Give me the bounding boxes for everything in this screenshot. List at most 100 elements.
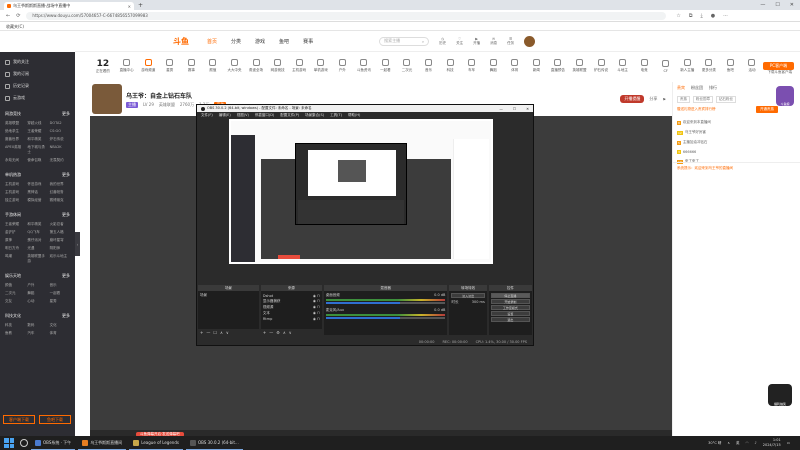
sidebar-top-item[interactable]: 我的订阅	[3, 68, 72, 80]
visibility-eye-icon[interactable]: ◉	[313, 305, 316, 309]
sidebar-category-link[interactable]: 文化	[50, 323, 70, 328]
search-icon[interactable]: ⌕	[422, 39, 424, 44]
tab-fans[interactable]: 粉丝团	[691, 85, 703, 91]
sidebar-category-link[interactable]: 鸣潮	[5, 254, 25, 264]
category-item[interactable]: 英雄联盟	[569, 59, 591, 73]
obs-menu-item[interactable]: 编辑(E)	[219, 113, 231, 118]
sidebar-category-link[interactable]: 炉石传说	[50, 137, 70, 142]
sidebar-category-link[interactable]: DOTA2	[50, 121, 70, 126]
profile-icon[interactable]: ●	[711, 13, 715, 19]
category-item[interactable]: 直播中心	[116, 59, 138, 73]
sidebar-category-link[interactable]: 户外	[27, 283, 47, 288]
category-item[interactable]: 二次元	[396, 59, 418, 73]
sidebar-category-link[interactable]: 原神	[5, 238, 25, 243]
sidebar-category-link[interactable]: 主机游戏	[5, 190, 25, 195]
studio-mode-button[interactable]: 工作室模式	[490, 305, 530, 310]
visibility-eye-icon[interactable]: ◉	[313, 299, 316, 303]
back-icon[interactable]: ←	[6, 13, 10, 19]
nav-category[interactable]: 分类	[231, 38, 241, 45]
stop-streaming-button[interactable]: 停止直播	[490, 293, 530, 298]
sidebar-category-link[interactable]: 王者荣耀	[27, 129, 47, 134]
taskbar-search-icon[interactable]	[20, 439, 28, 447]
sidebar-collapse-icon[interactable]: ‹	[75, 232, 80, 256]
sidebar-category-link[interactable]: 明日方舟	[5, 246, 25, 251]
sidebar-category-link[interactable]: 地下城与勇士	[27, 145, 47, 155]
downloads-icon[interactable]: ⤓	[700, 13, 702, 19]
tab-vip[interactable]: 贵宾	[677, 85, 685, 91]
user-avatar[interactable]	[524, 35, 536, 47]
sidebar-top-item[interactable]: 云游戏	[3, 92, 72, 104]
sidebar-category-link[interactable]: 火影忍者	[50, 222, 70, 227]
start-icon[interactable]	[4, 438, 14, 448]
meta-category[interactable]: 英雄联盟	[159, 102, 175, 108]
taskbar-app[interactable]: League of Legends	[129, 436, 183, 450]
nav-events[interactable]: 赛事	[303, 38, 313, 45]
category-item[interactable]: CF	[655, 59, 677, 73]
sidebar-category-link[interactable]: CS:GO	[50, 129, 70, 134]
message-button[interactable]: ✉ 消息	[490, 37, 497, 46]
category-item[interactable]: 斗地主	[612, 59, 634, 73]
minimize-icon[interactable]: —	[760, 2, 765, 8]
menu-icon[interactable]: ⋯	[723, 13, 728, 19]
sidebar-category-link[interactable]: 英雄联盟	[5, 121, 25, 126]
sidebar-category-link[interactable]: 交友	[5, 299, 25, 304]
category-item[interactable]: 单机游戏	[310, 59, 332, 73]
category-item[interactable]: 斗鱼资讯	[353, 59, 375, 73]
obs-minimize-icon[interactable]: —	[499, 107, 503, 111]
sidebar-category-link[interactable]: 舞蹈	[27, 291, 47, 296]
category-item[interactable]: 赛事	[181, 59, 203, 73]
sidebar-category-link[interactable]: 怀旧游戏	[27, 182, 47, 187]
sidebar-category-link[interactable]: 光遇	[27, 246, 47, 251]
sidebar-more-link[interactable]: 更多	[62, 273, 70, 279]
notification-icon[interactable]: ▭	[787, 441, 790, 445]
add-scene-icon[interactable]: +	[200, 330, 203, 335]
sidebar-category-link[interactable]: 欢乐斗地主	[50, 254, 70, 264]
category-item[interactable]: 星秀	[159, 59, 181, 73]
streamer-avatar[interactable]	[92, 84, 122, 114]
mascot-widget[interactable]: 斗鱼娘	[776, 86, 794, 106]
source-up-icon[interactable]: ∧	[283, 330, 286, 335]
search-input[interactable]: 搜索主播 ⌕	[379, 36, 430, 46]
refresh-icon[interactable]: ⟳	[16, 13, 20, 19]
open-noble-button[interactable]: 开通贵族	[756, 106, 778, 113]
source-down-icon[interactable]: ∨	[289, 330, 292, 335]
douyu-logo[interactable]: 斗鱼	[173, 36, 189, 47]
report-icon[interactable]: ⚑	[662, 97, 666, 102]
sidebar-category-link[interactable]: 心动	[27, 299, 47, 304]
sidebar-more-link[interactable]: 更多	[62, 111, 70, 117]
new-tab-icon[interactable]: +	[138, 2, 143, 10]
visibility-eye-icon[interactable]: ◉	[313, 317, 316, 321]
clock[interactable]: 1:01 2024/7/15	[763, 438, 781, 448]
sidebar-category-link[interactable]: 主机游戏	[5, 182, 25, 187]
category-item[interactable]: 大大中央	[224, 59, 246, 73]
category-item[interactable]: 新人主播	[677, 59, 699, 73]
scene-item[interactable]: 场景	[200, 293, 257, 298]
category-item[interactable]: 舞蹈	[482, 59, 504, 73]
sidebar-more-link[interactable]: 更多	[62, 212, 70, 218]
follow-button[interactable]: ♡ 关注	[456, 37, 463, 46]
speaker-icon[interactable]: ♪	[755, 441, 757, 445]
lock-icon[interactable]: ⊓	[317, 311, 320, 315]
lock-icon[interactable]: ⊓	[317, 317, 320, 321]
remind-button[interactable]: 开播提醒	[620, 95, 645, 103]
start-recording-button[interactable]: 开始录制	[490, 299, 530, 304]
taskbar-app[interactable]: 乌王爷斯斯直播间	[78, 436, 127, 450]
sidebar-category-link[interactable]: NBA2K	[50, 145, 70, 155]
obs-menu-item[interactable]: 帮助(H)	[348, 113, 360, 118]
sidebar-category-link[interactable]: 音乐	[50, 283, 70, 288]
sidebar-category-link[interactable]: 星秀	[50, 299, 70, 304]
add-source-icon[interactable]: +	[263, 330, 266, 335]
category-item[interactable]: 体育	[504, 59, 526, 73]
visibility-eye-icon[interactable]: ◉	[313, 294, 316, 298]
sidebar-category-link[interactable]: 英雄联盟手游	[27, 254, 47, 264]
weather-widget[interactable]: 30°C 晴	[708, 441, 721, 446]
sidebar-more-link[interactable]: 更多	[62, 172, 70, 178]
category-item[interactable]: 直播预告	[547, 59, 569, 73]
sidebar-category-link[interactable]: 一起看	[50, 291, 70, 296]
remove-scene-icon[interactable]: —	[206, 330, 210, 335]
badge-fans[interactable]: 粉丝勋章	[693, 96, 713, 103]
badge-noble[interactable]: 贵族	[677, 96, 690, 103]
sidebar-top-item[interactable]: 我的关注	[3, 56, 72, 68]
sidebar-category-link[interactable]: 永劫无间	[5, 158, 25, 163]
category-item[interactable]: 炉石传说	[590, 59, 612, 73]
